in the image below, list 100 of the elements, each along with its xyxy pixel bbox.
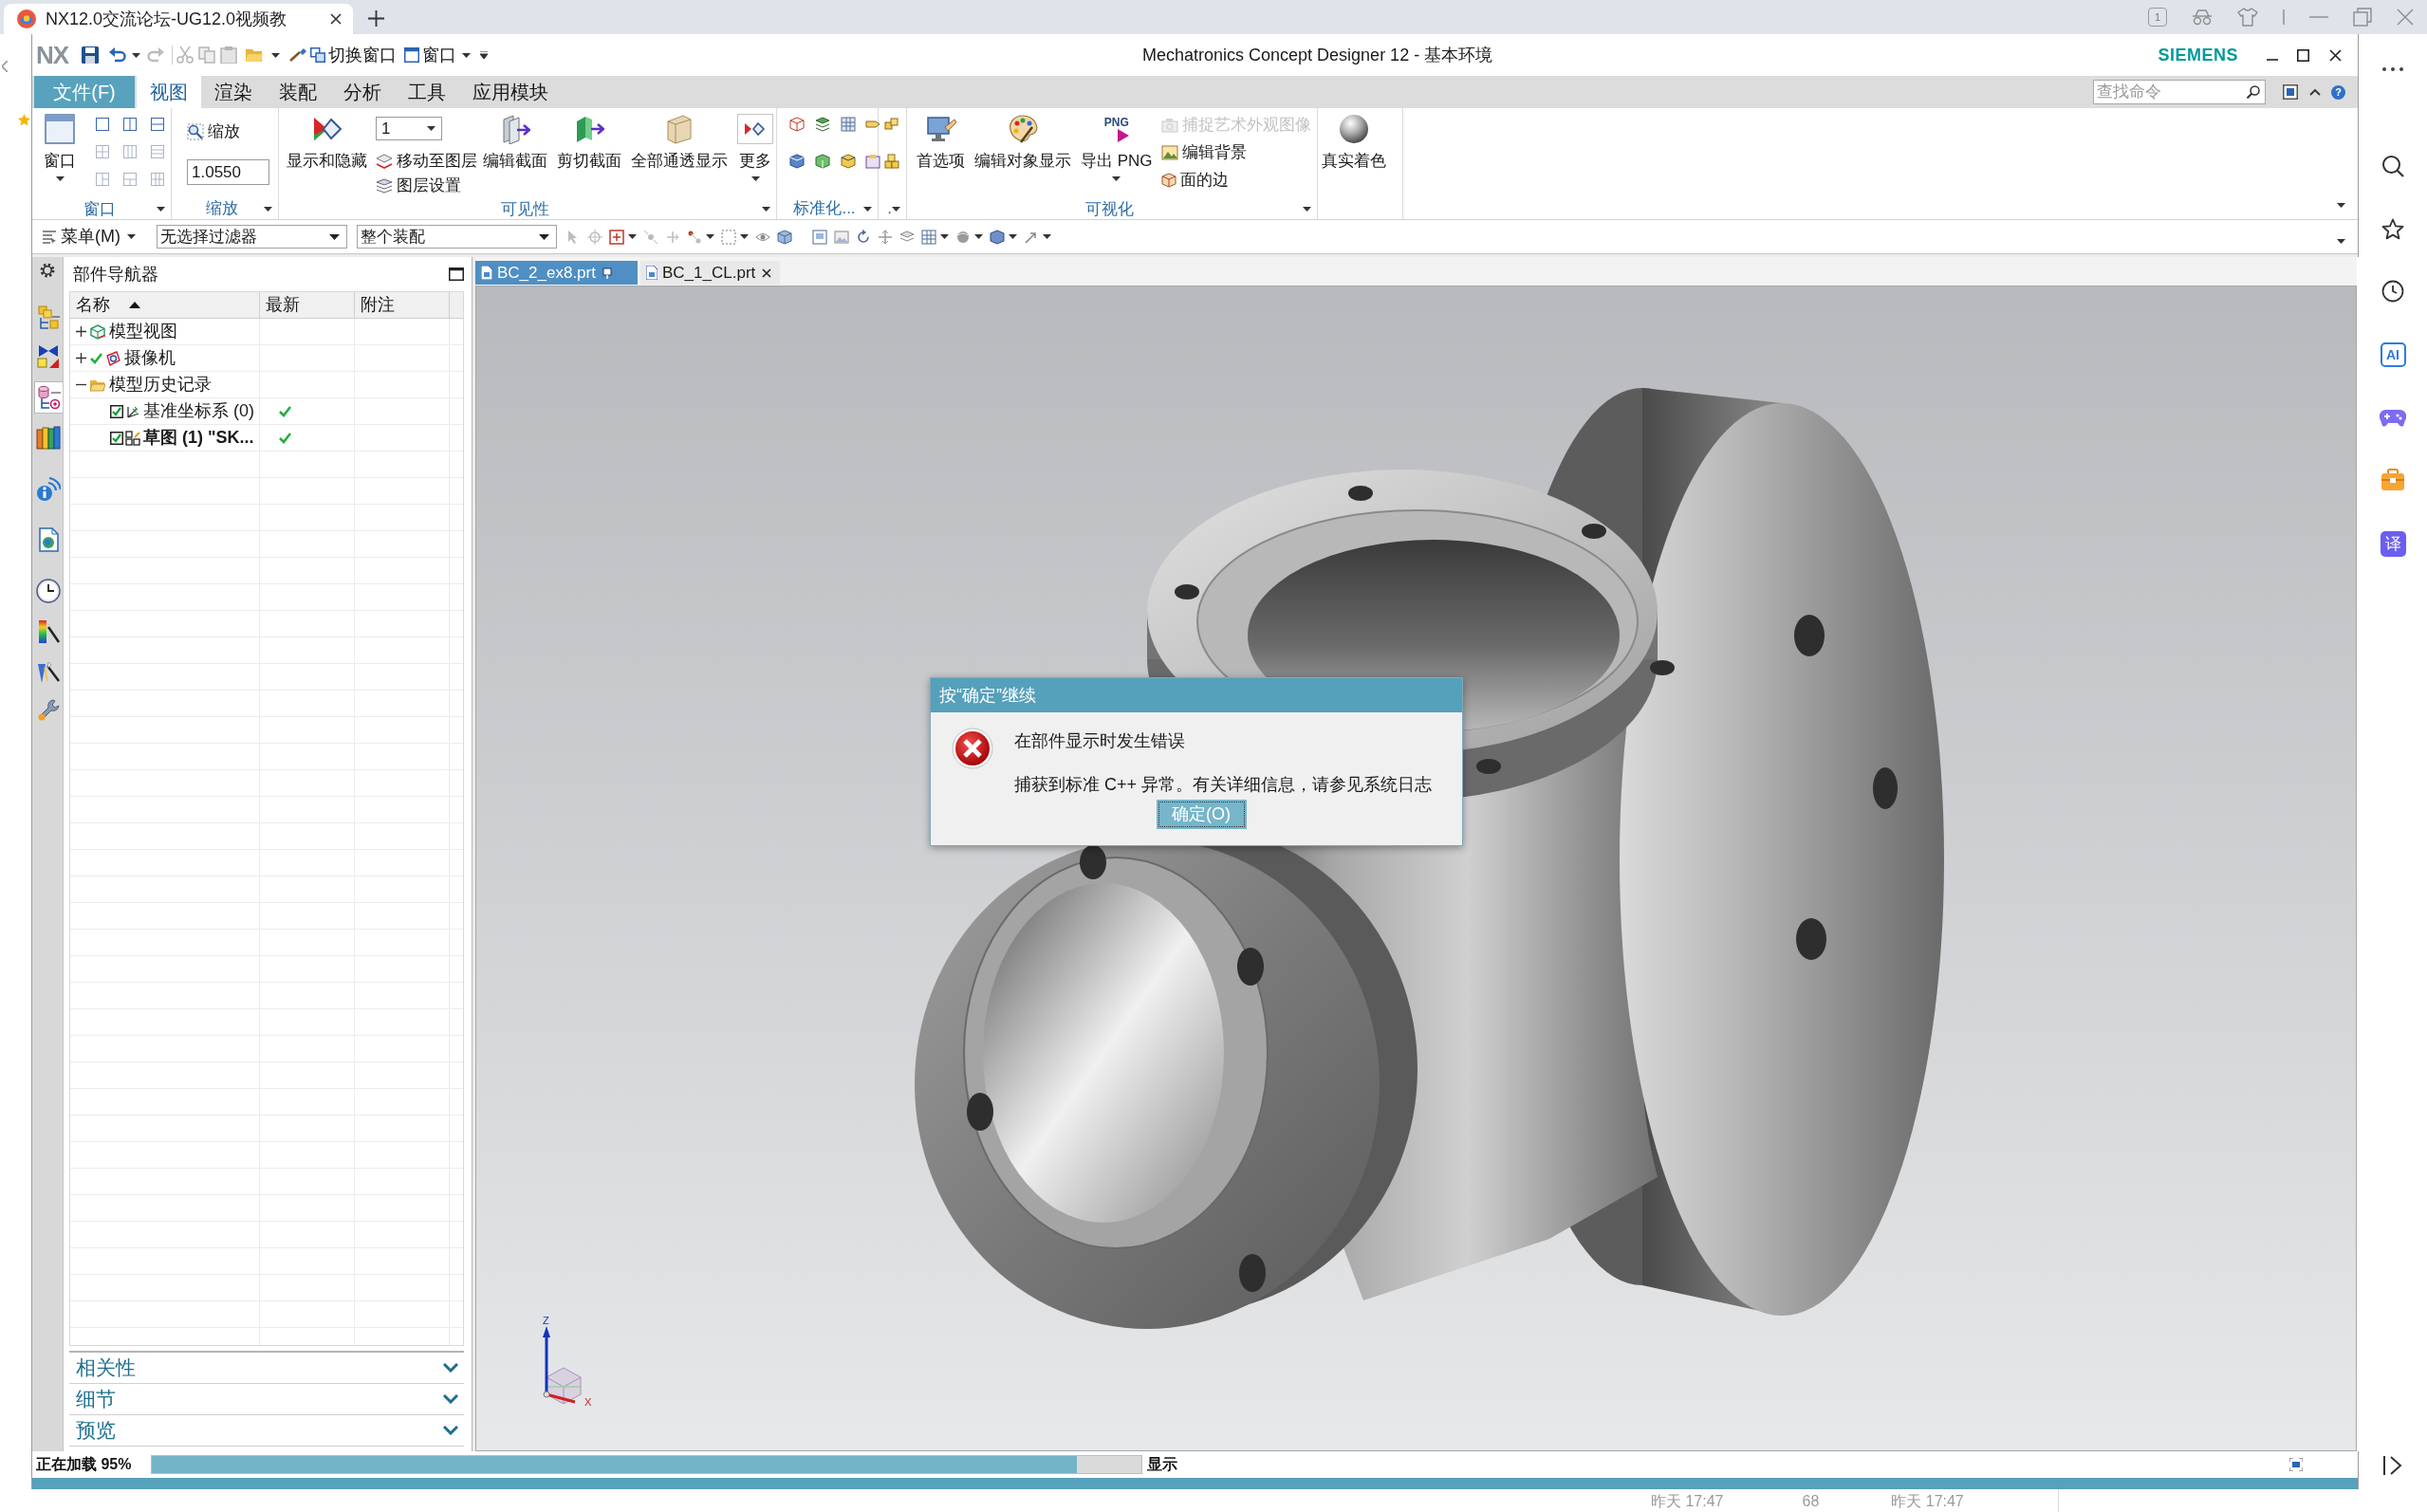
ribbon-button[interactable]: 编辑截面 <box>479 108 551 199</box>
expand-icon[interactable] <box>76 353 86 363</box>
settings-icon[interactable] <box>40 263 55 278</box>
assembly-scope-dropdown[interactable]: 整个装配 <box>357 225 557 249</box>
layout-icon[interactable] <box>96 118 109 131</box>
layer-select[interactable]: 1 <box>376 117 442 140</box>
maximize-panel-icon[interactable] <box>449 267 464 281</box>
tree-item[interactable]: 模型历史记录 <box>90 372 212 397</box>
ribbon-button[interactable]: 全部通透显示 <box>627 108 732 199</box>
plus-box-icon[interactable] <box>609 229 624 245</box>
ribbon-tab[interactable]: 装配 <box>266 76 330 108</box>
caret-icon[interactable] <box>271 52 281 58</box>
caret-icon[interactable] <box>264 206 272 212</box>
ribbon-button[interactable]: 编辑对象显示 <box>971 108 1075 199</box>
cube-icon[interactable] <box>789 154 805 169</box>
caret-icon[interactable] <box>132 52 141 58</box>
window-button[interactable]: 窗口 <box>404 45 472 65</box>
tree-item[interactable]: 模型视图 <box>90 319 177 344</box>
maximize-icon[interactable] <box>2297 48 2309 62</box>
caret-icon[interactable] <box>628 234 637 239</box>
layout-icon[interactable] <box>151 118 164 131</box>
column-header[interactable]: 最新 <box>260 292 355 318</box>
dotted-box-icon[interactable] <box>721 229 736 245</box>
ribbon-button[interactable]: 缩放 <box>187 118 240 145</box>
brush-icon[interactable] <box>289 47 307 63</box>
ribbon-button[interactable]: 面的边 <box>1160 166 1229 194</box>
cubes-icon[interactable] <box>884 154 899 169</box>
caret-icon[interactable] <box>706 234 714 239</box>
ribbon-button[interactable]: 首选项 <box>913 108 969 199</box>
expand-icon[interactable] <box>76 326 86 337</box>
stack-icon[interactable] <box>814 117 830 132</box>
checkbox[interactable] <box>110 431 123 445</box>
close-icon[interactable] <box>762 267 772 278</box>
caret-icon[interactable] <box>940 234 949 239</box>
cube-icon[interactable] <box>840 154 856 169</box>
undo-icon[interactable] <box>109 47 127 63</box>
fit-view-icon[interactable] <box>2289 1458 2303 1471</box>
ribbon-button[interactable]: 真实着色 <box>1318 108 1390 199</box>
pan-icon[interactable] <box>878 229 893 245</box>
cube-wireframe-icon[interactable] <box>789 117 805 132</box>
caret-icon[interactable] <box>974 234 983 239</box>
tab-count-badge[interactable]: 1 <box>2148 8 2167 27</box>
cube-icon[interactable] <box>990 229 1005 245</box>
cube-icon[interactable] <box>777 229 792 245</box>
ribbon-button[interactable]: PNG 导出 PNG <box>1077 108 1157 199</box>
tree-item[interactable]: 草图 (1) "SK... <box>125 425 254 451</box>
close-icon[interactable] <box>330 13 342 25</box>
ribbon-button[interactable]: 编辑背景 <box>1160 138 1247 166</box>
caret-icon[interactable] <box>1043 234 1051 239</box>
browser-tab[interactable]: NX12.0交流论坛-UG12.0视频教 <box>4 4 353 34</box>
checkbox[interactable] <box>110 404 123 418</box>
glasses-icon[interactable] <box>2192 9 2213 26</box>
ribbon-tab[interactable]: 应用模块 <box>459 76 562 108</box>
grid-icon[interactable] <box>840 117 856 132</box>
ai-tile[interactable]: AI <box>2380 342 2406 367</box>
search-icon[interactable] <box>2247 85 2260 99</box>
expand-sidebar-icon[interactable] <box>2382 1455 2403 1476</box>
chevron-left-icon[interactable] <box>2 61 8 72</box>
ribbon-tab[interactable]: 渲染 <box>201 76 266 108</box>
shirt-icon[interactable] <box>2237 8 2258 27</box>
caret-icon[interactable] <box>863 206 872 212</box>
clipboard-icon[interactable] <box>220 46 238 64</box>
caret-icon[interactable] <box>892 206 900 212</box>
resource-tab[interactable] <box>34 381 63 414</box>
save-icon[interactable] <box>82 46 100 64</box>
ribbon-button[interactable]: 更多 <box>733 108 777 199</box>
close-icon[interactable] <box>2329 48 2342 62</box>
menu-button[interactable]: 菜单(M) <box>42 224 136 249</box>
caret-icon[interactable] <box>157 207 165 212</box>
caret-icon[interactable] <box>762 207 770 212</box>
caret-icon[interactable] <box>740 234 749 239</box>
ribbon-tab[interactable]: 视图 <box>137 76 201 108</box>
cube-icon[interactable] <box>814 154 830 169</box>
tree-item[interactable]: 摄像机 <box>90 345 176 371</box>
customize-caret-icon[interactable] <box>480 51 489 59</box>
caret-icon[interactable] <box>2337 203 2345 208</box>
command-search-field[interactable]: 查找命令 <box>2093 80 2266 104</box>
star-outline-icon[interactable] <box>2381 218 2404 240</box>
ribbon-button[interactable]: 显示和隐藏 <box>283 108 371 199</box>
ribbon-tab[interactable]: 分析 <box>330 76 395 108</box>
frame-icon[interactable] <box>865 154 881 169</box>
ribbon-button[interactable]: 剪切截面 <box>553 108 625 199</box>
caret-icon[interactable] <box>2337 239 2345 244</box>
briefcase-icon[interactable] <box>2381 469 2405 491</box>
translate-tile[interactable]: 译 <box>2380 531 2406 557</box>
section-header[interactable]: 相关性 <box>69 1353 464 1384</box>
column-header[interactable]: 附注 <box>355 292 450 318</box>
pin-icon[interactable] <box>602 267 612 279</box>
gamepad-icon[interactable] <box>2380 409 2406 428</box>
zoom-scale-input[interactable]: 1.0550 <box>187 159 269 185</box>
help-button[interactable]: ? <box>2331 84 2345 100</box>
ribbon-display-icon[interactable] <box>2283 84 2298 100</box>
section-header[interactable]: 细节 <box>69 1384 464 1415</box>
search-icon[interactable] <box>2381 155 2404 177</box>
cubes-icon[interactable] <box>884 117 899 132</box>
rotate-icon[interactable] <box>856 229 871 245</box>
ribbon-button[interactable]: 窗口 <box>40 108 80 199</box>
caret-icon[interactable] <box>1303 207 1311 212</box>
ribbon-button[interactable]: 图层设置 <box>376 174 461 198</box>
collapse-ribbon-icon[interactable] <box>2309 88 2321 96</box>
